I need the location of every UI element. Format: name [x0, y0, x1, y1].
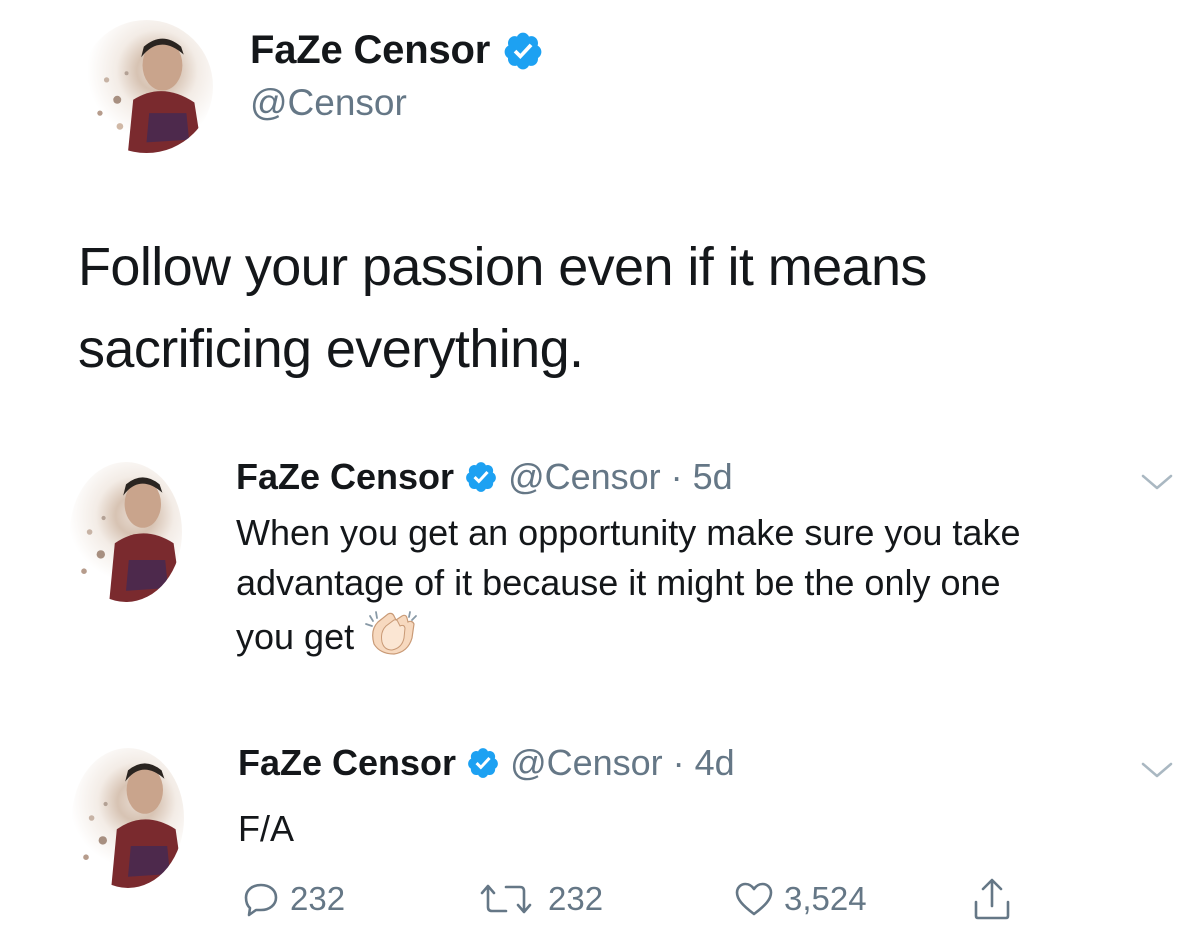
thread-tweet-text: F/A [238, 808, 295, 849]
handle-and-time[interactable]: @Censor · 4d [510, 742, 735, 784]
thread-avatar[interactable] [70, 462, 182, 602]
share-icon [974, 878, 1010, 920]
tweet-text-line-3: you get [236, 608, 1186, 671]
tweet-text-line-1: When you get an opportunity make sure yo… [236, 512, 1021, 553]
reply-count: 232 [290, 880, 346, 917]
verified-badge-icon [502, 30, 544, 72]
avatar-photo [83, 763, 184, 888]
thread-tweet-header: FaZe Censor @Censor · 4d [238, 742, 735, 784]
display-name-text[interactable]: FaZe Censor [236, 456, 454, 498]
clapping-hands-icon [364, 608, 420, 671]
chevron-down-icon[interactable] [1140, 760, 1174, 780]
avatar[interactable] [80, 20, 213, 153]
tweet-text-line-2: sacrificing everything. [78, 319, 584, 379]
tweet-text-line-1: Follow your passion even if it means [78, 237, 927, 297]
like-count: 3,524 [784, 880, 867, 917]
tweet-text-line-3-text: you get [236, 616, 355, 658]
share-button[interactable] [972, 876, 1012, 922]
thread-tweet-text: When you get an opportunity make sure yo… [236, 508, 1186, 671]
verified-badge-icon [466, 746, 500, 780]
retweet-icon [480, 884, 532, 914]
thread-avatar[interactable] [72, 748, 184, 888]
chevron-down-icon[interactable] [1140, 472, 1174, 492]
tweet-text: Follow your passion even if it means sac… [78, 226, 1158, 390]
tweet-screenshot: FaZe Censor @Censor Follow your passion … [0, 0, 1200, 937]
display-name-text: FaZe Censor [250, 28, 491, 72]
tweet-text-line-2: advantage of it because it might be the … [236, 562, 1001, 603]
heart-icon [735, 882, 773, 916]
avatar-photo [97, 38, 203, 153]
handle-and-time[interactable]: @Censor · 5d [508, 456, 733, 498]
retweet-button[interactable]: 232 [474, 880, 603, 918]
reply-button[interactable]: 232 [242, 880, 345, 918]
tweet-action-bar: 232 232 3,524 [0, 870, 1200, 930]
display-name-text[interactable]: FaZe Censor [238, 742, 456, 784]
like-button[interactable]: 3,524 [734, 880, 867, 918]
user-handle[interactable]: @Censor [250, 82, 407, 124]
retweet-count: 232 [548, 880, 604, 917]
verified-badge-icon [464, 460, 498, 494]
reply-icon [244, 883, 278, 917]
display-name[interactable]: FaZe Censor [250, 28, 544, 73]
thread-tweet-header: FaZe Censor @Censor · 5d [236, 456, 733, 498]
avatar-photo [81, 477, 182, 602]
